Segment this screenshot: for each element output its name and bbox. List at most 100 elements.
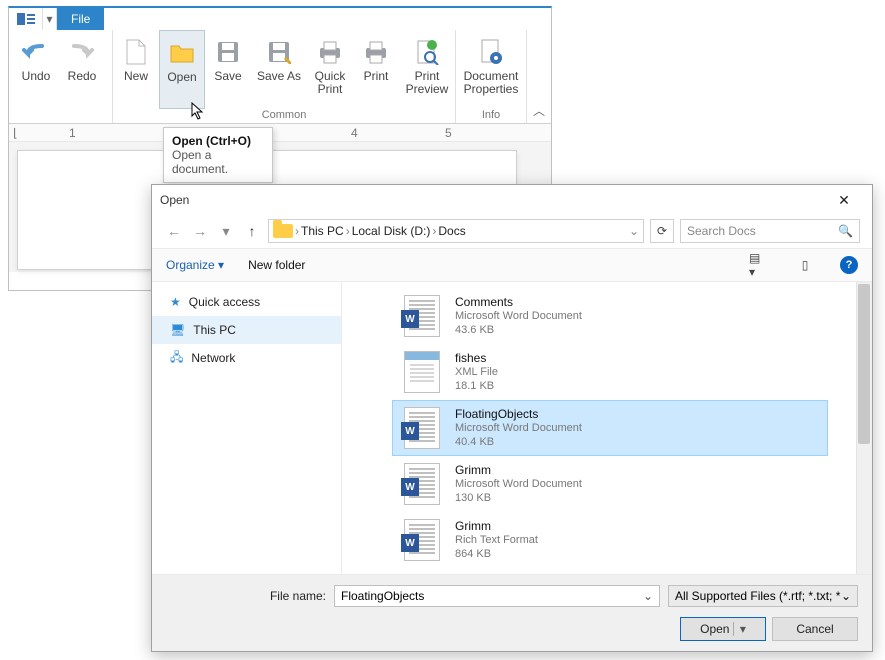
search-icon: 🔍	[838, 224, 853, 238]
help-button[interactable]: ?	[840, 256, 858, 274]
editor-titlebar: ▾ File	[9, 8, 551, 30]
ruler-tick: 5	[445, 126, 452, 140]
chevron-down-icon: ⌄	[841, 589, 851, 603]
quick-access-dropdown-icon[interactable]: ▾	[43, 8, 57, 30]
file-type: Microsoft Word Document	[455, 477, 582, 491]
chevron-icon: ›	[432, 224, 436, 238]
view-switch-icon[interactable]	[9, 8, 43, 30]
sidebar-item-thispc[interactable]: 🖥 This PC	[152, 316, 341, 344]
filetype-filter[interactable]: All Supported Files (*.rtf; *.txt; * ⌄	[668, 585, 858, 607]
file-item[interactable]: W FloatingObjectsMicrosoft Word Document4…	[392, 400, 828, 456]
print-icon	[360, 36, 392, 68]
breadcrumb[interactable]: › This PC › Local Disk (D:) › Docs ⌄	[268, 219, 644, 243]
organize-menu[interactable]: Organize ▾	[166, 258, 224, 272]
dialog-footer: File name: FloatingObjects ⌄ All Support…	[152, 574, 872, 651]
save-button[interactable]: Save	[205, 30, 251, 109]
file-item[interactable]: WCommentsMicrosoft Word Document43.6 KB	[392, 288, 828, 344]
docprops-button[interactable]: Document Properties	[456, 30, 526, 109]
undo-button[interactable]: Undo	[13, 30, 59, 121]
file-name: Grimm	[455, 519, 538, 533]
saveas-button[interactable]: Save As	[251, 30, 307, 109]
tooltip-body: Open a document.	[172, 148, 228, 176]
file-name: fishes	[455, 351, 498, 365]
scroll-thumb[interactable]	[858, 284, 870, 444]
open-confirm-button[interactable]: Open ▾	[680, 617, 766, 641]
undo-icon	[20, 36, 52, 68]
sidebar: ★ Quick access 🖥 This PC 🖧 Network	[152, 282, 342, 574]
quickprint-button[interactable]: Quick Print	[307, 30, 353, 109]
sidebar-item-network[interactable]: 🖧 Network	[152, 344, 341, 372]
file-size: 18.1 KB	[455, 379, 498, 393]
text-file-icon	[401, 349, 443, 395]
scrollbar[interactable]	[856, 282, 872, 574]
file-size: 43.6 KB	[455, 323, 582, 337]
open-folder-icon	[166, 37, 198, 69]
cursor-icon	[191, 102, 205, 120]
view-mode-button[interactable]: ▤ ▾	[748, 254, 770, 276]
search-placeholder: Search Docs	[687, 224, 756, 238]
breadcrumb-part[interactable]: Docs	[438, 224, 465, 238]
newfolder-button[interactable]: New folder	[248, 258, 305, 272]
up-icon[interactable]: ↑	[242, 223, 262, 239]
sidebar-item-quickaccess[interactable]: ★ Quick access	[152, 288, 341, 316]
word-doc-icon: W	[401, 405, 443, 451]
collapse-ribbon-icon[interactable]: ︿	[527, 30, 551, 123]
printpreview-button[interactable]: Print Preview	[399, 30, 455, 109]
refresh-button[interactable]: ⟳	[650, 219, 674, 243]
forward-icon[interactable]: →	[190, 223, 210, 239]
ruler-tick: 1	[69, 126, 76, 140]
ruler[interactable]: ⌊ 12345	[9, 124, 551, 142]
group-common-label: Common	[113, 109, 455, 123]
word-doc-icon: W	[401, 293, 443, 339]
tab-file[interactable]: File	[57, 8, 104, 30]
breadcrumb-dropdown-icon[interactable]: ⌄	[629, 224, 639, 238]
breadcrumb-part[interactable]: This PC	[301, 224, 344, 238]
search-input[interactable]: Search Docs 🔍	[680, 219, 860, 243]
dialog-body: ★ Quick access 🖥 This PC 🖧 Network W Comm…	[152, 282, 872, 574]
preview-pane-button[interactable]: ▯	[794, 254, 816, 276]
network-icon: 🖧	[170, 348, 183, 369]
file-type: XML File	[455, 365, 498, 379]
file-item[interactable]: fishesXML File18.1 KB	[392, 344, 828, 400]
file-name: FloatingObjects	[455, 407, 582, 421]
word-doc-icon: W	[401, 517, 443, 563]
open-dialog: Open ✕ ← → ▾ ↑ › This PC › Local Disk (D…	[151, 184, 873, 652]
redo-button[interactable]: Redo	[59, 30, 105, 121]
back-icon[interactable]: ←	[164, 223, 184, 239]
command-bar: Organize ▾ New folder ▤ ▾ ▯ ?	[152, 248, 872, 283]
quickprint-icon	[314, 36, 346, 68]
redo-icon	[66, 36, 98, 68]
saveas-icon	[263, 36, 295, 68]
split-arrow-icon: ▾	[733, 622, 746, 636]
open-button[interactable]: Open	[159, 30, 205, 109]
tooltip-title: Open (Ctrl+O)	[172, 134, 251, 148]
recent-dropdown-icon[interactable]: ▾	[216, 223, 236, 240]
print-button[interactable]: Print	[353, 30, 399, 109]
cancel-button[interactable]: Cancel	[772, 617, 858, 641]
file-size: 864 KB	[455, 547, 538, 561]
file-type: Rich Text Format	[455, 533, 538, 547]
docprops-icon	[475, 36, 507, 68]
close-button[interactable]: ✕	[824, 185, 864, 215]
chevron-icon: ›	[295, 224, 299, 238]
file-name: Grimm	[455, 463, 582, 477]
filename-label: File name:	[166, 589, 326, 603]
dialog-titlebar: Open ✕	[152, 185, 872, 215]
group-info-label: Info	[456, 109, 526, 123]
star-icon: ★	[170, 295, 181, 309]
navbar: ← → ▾ ↑ › This PC › Local Disk (D:) › Do…	[152, 215, 872, 248]
filename-dropdown-icon[interactable]: ⌄	[643, 589, 653, 603]
new-button[interactable]: New	[113, 30, 159, 109]
file-type: Microsoft Word Document	[455, 421, 582, 435]
preview-icon	[411, 36, 443, 68]
file-size: 40.4 KB	[455, 435, 582, 449]
file-name: Comments	[455, 295, 582, 309]
save-icon	[212, 36, 244, 68]
dialog-title: Open	[160, 193, 824, 207]
file-item[interactable]: WGrimmMicrosoft Word Document130 KB	[392, 456, 828, 512]
breadcrumb-part[interactable]: Local Disk (D:)	[352, 224, 431, 238]
filename-input[interactable]: FloatingObjects ⌄	[334, 585, 660, 607]
file-item[interactable]: W GrimmRich Text Format864 KB	[392, 512, 828, 568]
file-list[interactable]: W Comments Microsoft Word Document 43.6 KB f…	[342, 282, 872, 574]
chevron-icon: ›	[346, 224, 350, 238]
